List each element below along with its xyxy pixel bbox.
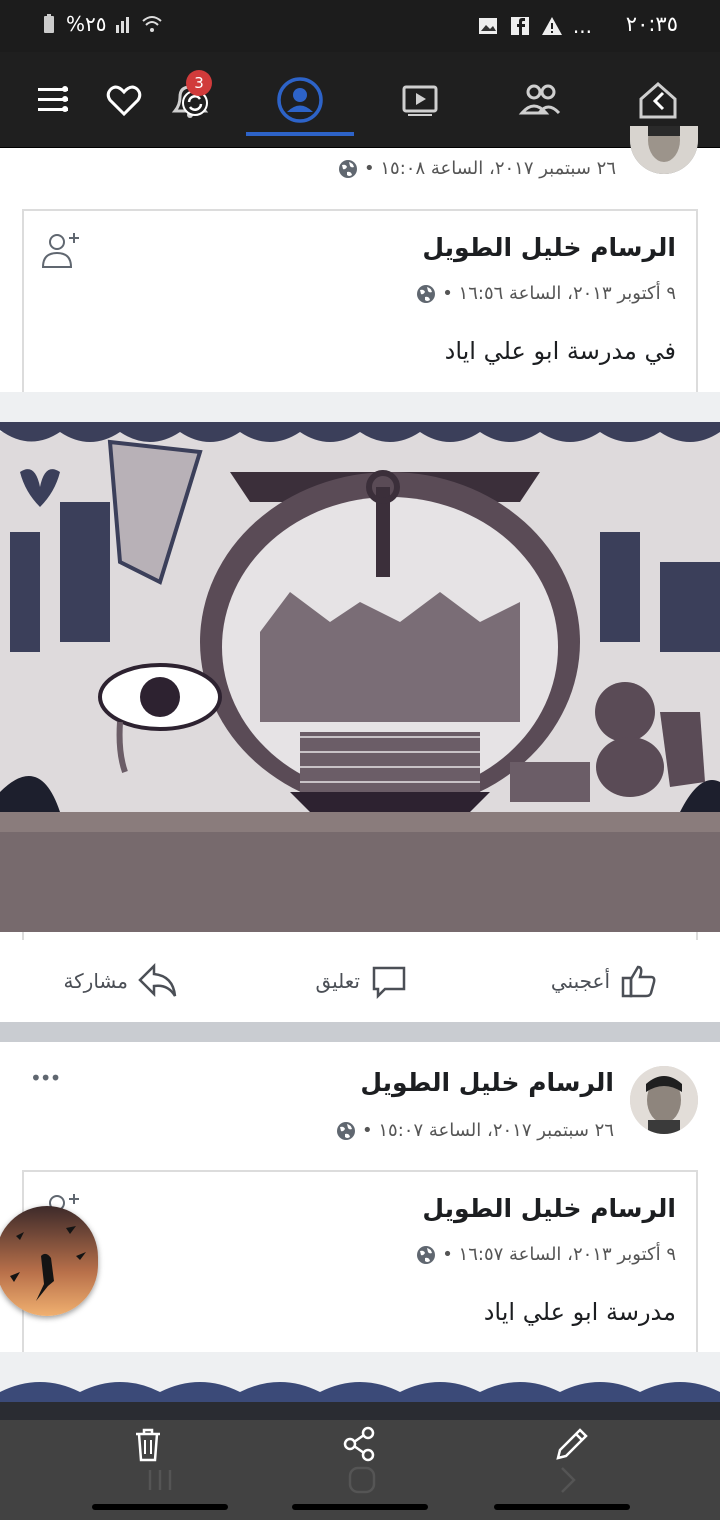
facebook-icon bbox=[510, 17, 529, 35]
profile-icon bbox=[277, 77, 323, 123]
globe-icon bbox=[417, 1245, 436, 1264]
mural-artwork bbox=[0, 392, 720, 932]
chat-head-bubble[interactable] bbox=[0, 1206, 98, 1316]
nav-friends[interactable] bbox=[510, 70, 570, 130]
post-author-name[interactable]: الرسام خليل الطويل bbox=[360, 1068, 614, 1097]
trash-icon[interactable] bbox=[128, 1424, 168, 1464]
clock: ٢٠:٣٥ bbox=[625, 12, 678, 36]
like-icon bbox=[621, 965, 656, 998]
back-button[interactable] bbox=[548, 1466, 588, 1494]
back-chevron-icon bbox=[561, 1467, 576, 1493]
like-button[interactable]: أعجبني bbox=[551, 962, 658, 1000]
post-timestamp[interactable]: ٢٦ سبتمبر ٢٠١٧، الساعة ١٥:٠٧ • bbox=[362, 1120, 614, 1141]
edit-icon[interactable] bbox=[552, 1424, 592, 1464]
gesture-hint bbox=[292, 1504, 428, 1510]
shared-timestamp[interactable]: ٩ أكتوبر ٢٠١٣، الساعة ١٦:٥٦ • bbox=[442, 283, 676, 304]
avatar-photo bbox=[630, 126, 698, 174]
gesture-hint bbox=[494, 1504, 630, 1510]
status-more: ... bbox=[572, 14, 592, 38]
shared-post-text: في مدرسة ابو علي اياد bbox=[444, 337, 676, 365]
avatar[interactable] bbox=[630, 126, 698, 174]
friends-icon bbox=[518, 84, 561, 115]
globe-icon bbox=[417, 284, 436, 303]
nav-watch[interactable] bbox=[390, 70, 450, 130]
battery-percent: %٢٥ bbox=[66, 12, 107, 36]
comment-icon bbox=[372, 966, 406, 1000]
shared-timestamp[interactable]: ٩ أكتوبر ٢٠١٣، الساعة ١٦:٥٧ • bbox=[442, 1244, 676, 1265]
shared-meta: ٩ أكتوبر ٢٠١٣، الساعة ١٦:٥٦ • bbox=[416, 283, 676, 304]
warning-icon bbox=[541, 17, 562, 35]
shared-meta: ٩ أكتوبر ٢٠١٣، الساعة ١٦:٥٧ • bbox=[416, 1244, 676, 1265]
nav-profile[interactable] bbox=[270, 70, 330, 130]
recent-apps-icon bbox=[148, 1470, 172, 1490]
comment-label: تعليق bbox=[315, 969, 360, 993]
avatar-photo bbox=[630, 1066, 698, 1134]
post-actions: أعجبني تعليق مشاركة bbox=[0, 940, 720, 1022]
share-icon[interactable] bbox=[340, 1424, 380, 1464]
post-timestamp[interactable]: ٢٦ سبتمبر ٢٠١٧، الساعة ١٥:٠٨ • bbox=[364, 158, 616, 179]
shared-author-name[interactable]: الرسام خليل الطويل bbox=[422, 1194, 676, 1223]
recent-apps-button[interactable] bbox=[140, 1468, 180, 1492]
home-button[interactable] bbox=[342, 1466, 382, 1494]
globe-icon bbox=[339, 159, 358, 178]
signal-icon bbox=[115, 17, 129, 33]
post-options-button[interactable]: ••• bbox=[30, 1066, 61, 1090]
shared-post-card[interactable]: الرسام خليل الطويل ٩ أكتوبر ٢٠١٣، الساعة… bbox=[22, 1170, 698, 1360]
notification-icons: ... bbox=[477, 14, 592, 38]
post-meta: ٢٦ سبتمبر ٢٠١٧، الساعة ١٥:٠٧ • bbox=[336, 1120, 614, 1141]
chat-head-photo bbox=[0, 1206, 98, 1316]
post-image[interactable] bbox=[0, 392, 720, 932]
status-bar: %٢٥ ... ٢٠:٣٥ bbox=[0, 0, 720, 52]
watch-icon bbox=[402, 85, 438, 116]
shared-post-text: مدرسة ابو علي اياد bbox=[483, 1298, 676, 1326]
notification-badge: 3 bbox=[186, 70, 212, 96]
gesture-hint bbox=[92, 1504, 228, 1510]
battery-icon bbox=[44, 14, 54, 33]
top-navigation bbox=[0, 52, 720, 148]
home-icon bbox=[639, 81, 677, 119]
share-button[interactable]: مشاركة bbox=[63, 962, 178, 1000]
nav-heart[interactable] bbox=[94, 70, 154, 130]
nav-menu[interactable] bbox=[26, 70, 86, 130]
feed-divider bbox=[0, 1022, 720, 1042]
share-arrow-icon bbox=[138, 962, 177, 998]
post-meta: ٢٦ سبتمبر ٢٠١٧، الساعة ١٥:٠٨ • bbox=[338, 158, 616, 179]
avatar[interactable] bbox=[630, 1066, 698, 1134]
app-screen: %٢٥ ... ٢٠:٣٥ 3 ٢٦ سبتمبر ٢٠١٧، الساعة ١… bbox=[0, 0, 720, 1520]
comment-button[interactable]: تعليق bbox=[315, 962, 408, 1000]
like-label: أعجبني bbox=[550, 969, 610, 993]
heart-icon bbox=[106, 85, 142, 117]
add-friend-icon[interactable] bbox=[40, 227, 84, 271]
bottom-toolbar bbox=[0, 1402, 720, 1520]
share-label: مشاركة bbox=[63, 969, 128, 993]
home-circle-icon bbox=[348, 1466, 376, 1494]
system-icons: %٢٥ bbox=[38, 12, 163, 36]
wifi-icon bbox=[141, 16, 162, 32]
shared-author-name[interactable]: الرسام خليل الطويل bbox=[422, 233, 676, 262]
nav-home[interactable] bbox=[628, 70, 688, 130]
globe-icon bbox=[337, 1121, 356, 1140]
post-header: ٢٦ سبتمبر ٢٠١٧، الساعة ١٥:٠٨ • bbox=[0, 126, 720, 194]
active-tab-indicator bbox=[246, 132, 354, 136]
menu-icon bbox=[38, 86, 68, 112]
gallery-icon bbox=[478, 18, 497, 34]
